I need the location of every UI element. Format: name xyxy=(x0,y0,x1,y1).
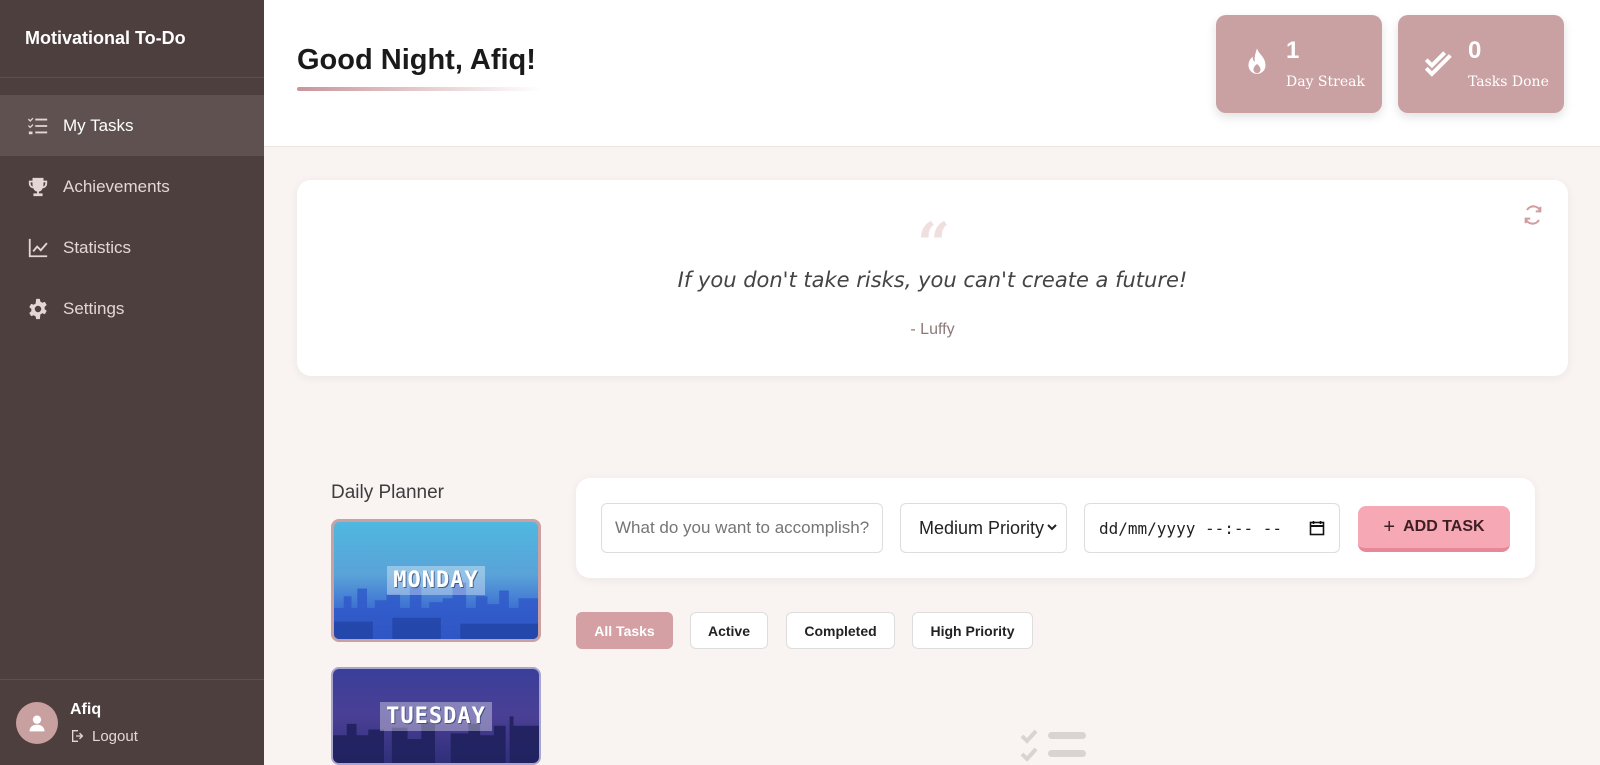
refresh-quote-button[interactable] xyxy=(1520,204,1546,230)
sidebar-item-statistics[interactable]: Statistics xyxy=(0,217,264,278)
tasks-list-icon xyxy=(25,113,51,139)
double-check-icon xyxy=(1424,51,1452,77)
sidebar-item-label: My Tasks xyxy=(63,115,134,135)
date-placeholder: dd/mm/yyyy --:-- -- xyxy=(1099,518,1283,538)
sidebar-item-settings[interactable]: Settings xyxy=(0,278,264,339)
filter-completed[interactable]: Completed xyxy=(786,612,895,649)
due-date-input[interactable]: dd/mm/yyyy --:-- -- xyxy=(1084,503,1340,553)
quote-text: If you don't take risks, you can't creat… xyxy=(677,268,1188,292)
sidebar-item-label: Settings xyxy=(63,298,125,318)
priority-value: Medium Priority xyxy=(919,517,1045,538)
sidebar-item-label: Statistics xyxy=(63,237,132,257)
quote-mark-icon: “ xyxy=(917,210,951,278)
logout-icon xyxy=(72,730,84,742)
quote-author: - Luffy xyxy=(910,321,955,338)
sidebar: Motivational To-Do My Tasks Achievements… xyxy=(0,0,264,765)
chevron-down-icon xyxy=(1047,524,1057,531)
user-panel: Afiq Logout xyxy=(0,679,264,765)
priority-select[interactable]: Medium Priority xyxy=(900,503,1067,553)
filter-all-tasks[interactable]: All Tasks xyxy=(576,612,673,649)
fire-icon xyxy=(1248,48,1266,74)
add-task-form: Medium Priority dd/mm/yyyy --:-- -- + AD… xyxy=(576,478,1535,578)
app-title: Motivational To-Do xyxy=(0,0,264,78)
add-task-button[interactable]: + ADD TASK xyxy=(1358,506,1510,552)
calendar-icon[interactable] xyxy=(1309,520,1325,536)
day-label-monday: MONDAY xyxy=(387,566,485,595)
tasks-done-label: Tasks Done xyxy=(1468,73,1549,90)
planner-title: Daily Planner xyxy=(331,482,444,503)
add-task-label: ADD TASK xyxy=(1403,518,1485,535)
day-card-monday[interactable]: MONDAY xyxy=(331,519,541,642)
logout-label: Logout xyxy=(92,727,138,745)
trophy-icon xyxy=(25,174,51,200)
streak-card: 1 Day Streak xyxy=(1216,15,1382,113)
header: Good Night, Afiq! 1 Day Streak 0 Tasks D… xyxy=(264,0,1600,147)
day-label-tuesday: TUESDAY xyxy=(380,701,492,731)
tasks-done-value: 0 xyxy=(1468,36,1482,64)
page-title: Good Night, Afiq! xyxy=(297,44,536,76)
sidebar-item-achievements[interactable]: Achievements xyxy=(0,156,264,217)
logout-button[interactable]: Logout xyxy=(70,728,138,745)
quote-card: “ If you don't take risks, you can't cre… xyxy=(297,180,1568,376)
sidebar-item-label: Achievements xyxy=(63,176,170,196)
filter-high-priority[interactable]: High Priority xyxy=(912,612,1033,649)
empty-tasks-icon xyxy=(1020,729,1086,762)
streak-label: Day Streak xyxy=(1286,73,1365,90)
tasks-done-card: 0 Tasks Done xyxy=(1398,15,1564,113)
plus-icon: + xyxy=(1383,515,1396,538)
day-card-tuesday[interactable]: TUESDAY xyxy=(331,667,541,765)
user-icon xyxy=(29,715,45,731)
filter-active[interactable]: Active xyxy=(690,612,768,649)
gear-icon xyxy=(25,296,51,322)
avatar[interactable] xyxy=(16,701,58,744)
task-input[interactable] xyxy=(601,503,883,553)
title-underline xyxy=(297,87,542,91)
streak-value: 1 xyxy=(1286,36,1300,64)
sidebar-nav: My Tasks Achievements Statistics Setting… xyxy=(0,95,264,339)
sidebar-item-my-tasks[interactable]: My Tasks xyxy=(0,95,264,156)
refresh-icon xyxy=(1524,205,1542,225)
user-name: Afiq xyxy=(70,700,102,718)
chart-line-icon xyxy=(25,235,51,261)
